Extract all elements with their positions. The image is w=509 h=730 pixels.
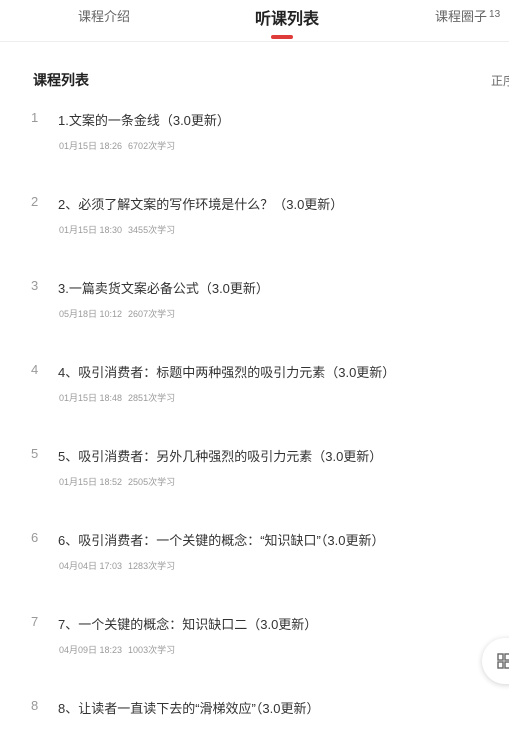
sort-toggle[interactable]: 正序 — [491, 72, 509, 89]
lesson-index: 8 — [31, 698, 39, 713]
lesson-meta: 05月18日 10:12 2607次学习 — [59, 307, 175, 320]
lesson-meta: 04月09日 18:23 1003次学习 — [59, 643, 175, 656]
lesson-meta: 01月15日 18:52 2505次学习 — [59, 475, 175, 488]
lesson-title: 2、必须了解文案的写作环境是什么？（3.0更新） — [58, 197, 344, 212]
lesson-title: 4、吸引消费者：标题中两种强烈的吸引力元素（3.0更新） — [58, 365, 396, 380]
lesson-index: 2 — [31, 194, 39, 209]
lesson-date: 01月15日 18:52 — [59, 477, 123, 487]
lesson-date: 01月15日 18:48 — [59, 393, 123, 403]
tab-lesson-list[interactable]: 听课列表 — [255, 5, 319, 29]
lesson-index: 7 — [31, 614, 39, 629]
lesson-index: 5 — [31, 446, 39, 461]
lesson-meta: 01月15日 18:26 6702次学习 — [59, 139, 175, 152]
tab-bar: 课程介绍 听课列表 课程圈子 13 — [0, 0, 509, 42]
grid-icon — [497, 653, 509, 669]
lesson-index: 6 — [31, 530, 39, 545]
lesson-date: 05月18日 10:12 — [59, 309, 123, 319]
lesson-views: 2607次学习 — [128, 309, 176, 319]
lesson-item[interactable]: 5 5、吸引消费者：另外几种强烈的吸引力元素（3.0更新） 01月15日 18:… — [0, 446, 509, 506]
lesson-views: 1283次学习 — [128, 561, 176, 571]
lesson-title: 7、一个关键的概念：知识缺口二（3.0更新） — [58, 617, 318, 632]
lesson-index: 4 — [31, 362, 39, 377]
section-title: 课程列表 — [33, 72, 89, 88]
lesson-date: 04月04日 17:03 — [59, 561, 123, 571]
lesson-title: 6、吸引消费者：一个关键的概念：“知识缺口”（3.0更新） — [58, 533, 385, 548]
lesson-date: 04月09日 18:23 — [59, 645, 123, 655]
lesson-item[interactable]: 3 3.一篇卖货文案必备公式（3.0更新） 05月18日 10:12 2607次学… — [0, 278, 509, 338]
lesson-views: 6702次学习 — [128, 141, 176, 151]
lesson-item[interactable]: 2 2、必须了解文案的写作环境是什么？（3.0更新） 01月15日 18:30 3… — [0, 194, 509, 254]
tab-lesson-list-label: 听课列表 — [255, 11, 320, 28]
lesson-meta: 01月15日 18:30 3455次学习 — [59, 223, 175, 236]
lesson-meta: 04月04日 17:03 1283次学习 — [59, 559, 175, 572]
tab-course-circle[interactable]: 课程圈子 13 — [435, 6, 500, 25]
lesson-views: 2851次学习 — [128, 393, 176, 403]
lesson-date: 01月15日 18:30 — [59, 225, 123, 235]
active-tab-indicator — [271, 35, 293, 39]
lesson-title: 8、让读者一直读下去的“滑梯效应”（3.0更新） — [58, 701, 320, 716]
lesson-meta: 01月15日 18:48 2851次学习 — [59, 391, 175, 404]
lesson-index: 1 — [31, 110, 39, 125]
tab-course-intro[interactable]: 课程介绍 — [78, 6, 130, 25]
lesson-item[interactable]: 6 6、吸引消费者：一个关键的概念：“知识缺口”（3.0更新） 04月04日 1… — [0, 530, 509, 590]
lesson-title: 3.一篇卖货文案必备公式（3.0更新） — [58, 281, 269, 296]
lesson-views: 2505次学习 — [128, 477, 176, 487]
lesson-item[interactable]: 7 7、一个关键的概念：知识缺口二（3.0更新） 04月09日 18:23 100… — [0, 614, 509, 674]
lesson-item[interactable]: 8 8、让读者一直读下去的“滑梯效应”（3.0更新） — [0, 698, 509, 730]
lesson-item[interactable]: 4 4、吸引消费者：标题中两种强烈的吸引力元素（3.0更新） 01月15日 18… — [0, 362, 509, 422]
lesson-title: 5、吸引消费者：另外几种强烈的吸引力元素（3.0更新） — [58, 449, 383, 464]
lesson-views: 1003次学习 — [128, 645, 176, 655]
tab-course-intro-label: 课程介绍 — [78, 9, 131, 24]
lesson-date: 01月15日 18:26 — [59, 141, 123, 151]
lesson-index: 3 — [31, 278, 39, 293]
tab-course-circle-badge: 13 — [489, 9, 501, 20]
lesson-item[interactable]: 1 1.文案的一条金线（3.0更新） 01月15日 18:26 6702次学习 — [0, 110, 509, 170]
lesson-views: 3455次学习 — [128, 225, 176, 235]
lesson-title: 1.文案的一条金线（3.0更新） — [58, 113, 230, 128]
tab-course-circle-label: 课程圈子 — [435, 9, 488, 24]
